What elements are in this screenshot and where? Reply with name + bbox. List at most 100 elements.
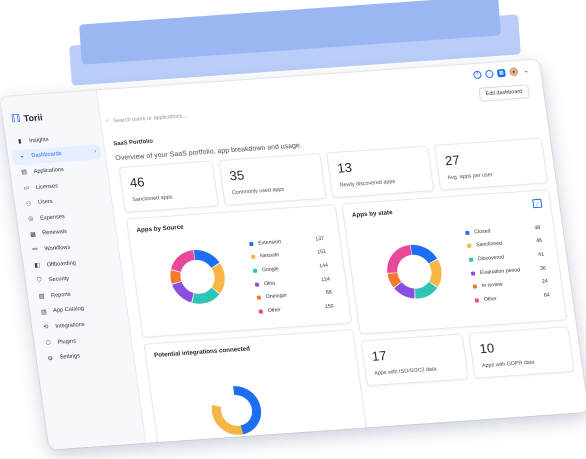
chart-card-apps-by-state: Apps by state ⤢ Closed 48 Sanctioned 46 Disc…	[341, 189, 568, 335]
legend-label: Onelogin	[265, 292, 288, 301]
legend-state: Closed 48 Sanctioned 46 Discovered 41 Evaluati…	[464, 221, 550, 307]
legend-value: 41	[537, 251, 545, 258]
chart-icon: ▮	[17, 139, 23, 146]
page-title: SaaS Portfolio	[113, 138, 154, 148]
expenses-icon: ◎	[27, 216, 34, 223]
sidebar-item-label: Workflows	[44, 244, 71, 253]
legend-label: In review	[481, 281, 504, 290]
legend-value: 124	[320, 276, 331, 283]
reports-icon: ▧	[38, 293, 45, 301]
stat-card-newly-discovered[interactable]: 13 Newly discovered apps	[326, 145, 435, 199]
stat-card-commonly-used[interactable]: 35 Commonly used apps	[218, 152, 327, 206]
sidebar-item-label: Dashboards	[31, 151, 63, 160]
sidebar-item-label: Licenses	[35, 182, 59, 191]
legend-swatch	[252, 268, 258, 273]
apps-grid-icon[interactable]: ▦	[496, 68, 506, 77]
plugins-icon: ⬡	[45, 340, 52, 347]
integrations-card[interactable]: Potential integrations connected	[143, 329, 369, 450]
stat-card-iso-soc2[interactable]: 17 Apps with ISO/SOC2 data	[360, 333, 469, 387]
chevron-down-icon[interactable]: ⌄	[522, 67, 531, 75]
sidebar-item-label: Insights	[28, 136, 50, 145]
legend-swatch	[250, 255, 256, 260]
integrations-icon: ⟲	[43, 324, 49, 332]
legend-swatch	[474, 298, 480, 303]
legend-label: Other	[267, 306, 282, 314]
license-icon: ▭	[23, 185, 30, 192]
legend-value: 137	[315, 235, 325, 243]
chat-icon[interactable]: …	[484, 69, 494, 78]
legend-swatch	[468, 257, 474, 262]
gear-icon: ⚙	[47, 355, 54, 363]
help-icon[interactable]: ?	[472, 70, 482, 79]
stat-value: 46	[128, 174, 146, 191]
shield-icon: ⛉	[36, 277, 43, 284]
legend-label: Closed	[473, 228, 491, 236]
stat-card-sanctioned[interactable]: 46 Sanctioned apps	[118, 160, 219, 213]
workflows-icon: ⚯	[32, 247, 39, 254]
stat-label: Commonly used apps	[231, 186, 285, 197]
users-icon: ⚇	[25, 200, 32, 208]
legend-value: 64	[543, 292, 551, 299]
search-bar[interactable]: ⌕ Search users or applications...	[106, 112, 188, 125]
legend-value: 151	[316, 249, 327, 256]
integrations-donut	[211, 386, 262, 435]
legend-value: 46	[535, 238, 543, 245]
sidebar-item-label: Expenses	[39, 213, 66, 222]
sidebar-item-label: Security	[48, 275, 70, 284]
legend-value: 144	[318, 262, 329, 270]
stat-value: 10	[478, 340, 496, 357]
stat-value: 17	[370, 347, 388, 364]
legend-label: Sanctioned	[475, 240, 503, 249]
avatar[interactable]: ●	[508, 67, 519, 77]
stat-card-gdpr[interactable]: 10 Apps with GDPR data	[468, 326, 575, 379]
sidebar-item-label: Plugins	[57, 338, 77, 346]
search-input[interactable]: Search users or applications...	[113, 113, 188, 124]
stat-value: 27	[444, 152, 461, 169]
edit-dashboard-button[interactable]: Edit dashboard	[477, 84, 531, 102]
sidebar-item-label: Applications	[33, 166, 65, 175]
sidebar-item-label: Offboarding	[46, 259, 77, 268]
sidebar-item-label: Integrations	[55, 321, 86, 330]
torii-logo-icon: ℿ	[10, 112, 22, 126]
chevron-right-icon: ›	[93, 149, 97, 156]
legend-label: Evaluation period	[479, 266, 521, 276]
donut-chart-state[interactable]	[378, 238, 451, 306]
renewals-icon: ▦	[29, 231, 37, 239]
legend-value: 150	[324, 303, 335, 310]
legend-label: Google	[261, 266, 280, 274]
dashboard-icon: ◒	[19, 154, 25, 161]
expand-icon[interactable]: ⤢	[532, 198, 543, 209]
top-icons: ? … ▦ ● ⌄	[472, 66, 531, 79]
legend-swatch	[258, 309, 264, 314]
legend-label: Netsuite	[259, 252, 280, 260]
legend-label: Discovered	[477, 254, 505, 263]
catalog-icon: ▥	[40, 309, 48, 316]
legend-swatch	[466, 244, 472, 249]
stat-label: Apps with ISO/SOC2 data	[373, 366, 437, 377]
sidebar-item-label: Reports	[50, 291, 72, 299]
stat-value: 35	[228, 167, 246, 184]
search-icon: ⌕	[105, 117, 110, 124]
logo[interactable]: ℿ Torii	[10, 110, 43, 126]
main-content: ? … ▦ ● ⌄ ⌕ Search users or applications…	[96, 60, 586, 450]
sidebar-item-label: Users	[37, 198, 54, 206]
app-window: ℿ Torii ▮ Insights ◒ Dashboards › ▤ Applicatio…	[0, 59, 586, 450]
legend-label: Other	[483, 295, 498, 303]
apps-icon: ▤	[21, 169, 28, 177]
stat-card-avg-apps[interactable]: 27 Avg. apps per user	[433, 137, 549, 191]
stat-label: Avg. apps per user	[447, 172, 494, 182]
offboarding-icon: ◧	[34, 262, 41, 270]
legend-source: Extension 137 Netsuite 151 Google 144 Okta 124 O…	[248, 232, 334, 318]
legend-swatch	[249, 241, 254, 246]
legend-swatch	[470, 271, 476, 276]
donut-chart-source[interactable]	[161, 243, 234, 311]
chart-card-apps-by-source: Apps by Source Extension 137 Netsuite 151 Go…	[125, 204, 353, 338]
legend-value: 24	[541, 278, 549, 285]
legend-value: 68	[325, 289, 333, 297]
legend-swatch	[254, 282, 260, 287]
legend-value: 36	[539, 265, 547, 272]
stat-label: Sanctioned apps	[131, 194, 173, 204]
chart-title: Apps by state	[351, 209, 394, 219]
card-title: Potential integrations connected	[153, 345, 251, 360]
sidebar-item-label: Renewals	[41, 229, 68, 237]
